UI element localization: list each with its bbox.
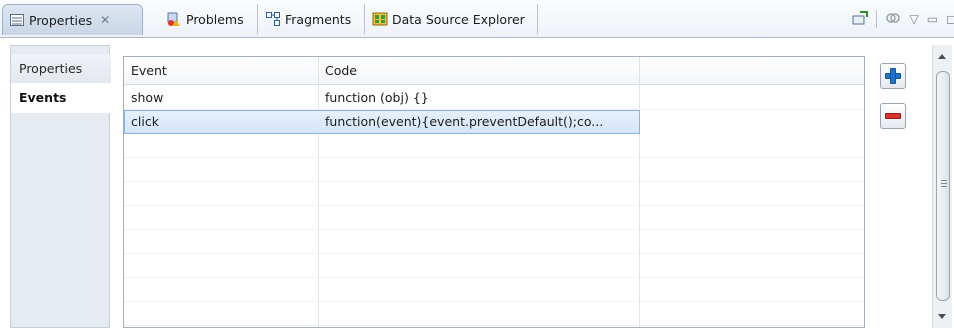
side-tab-properties[interactable]: Properties	[11, 54, 111, 84]
table-row	[124, 230, 864, 254]
properties-icon	[9, 12, 25, 28]
fragments-icon	[265, 11, 281, 27]
column-header-code[interactable]: Code	[318, 57, 638, 85]
table-row	[124, 278, 864, 302]
event-cell: show	[131, 90, 164, 105]
minimize-icon[interactable]: ▭	[927, 12, 938, 26]
link-icon[interactable]	[885, 11, 901, 28]
data-source-icon	[372, 11, 388, 27]
event-cell: click	[131, 114, 159, 129]
scroll-thumb[interactable]	[936, 71, 950, 301]
code-cell: function(event){event.preventDefault();c…	[325, 114, 604, 129]
table-row	[124, 134, 864, 158]
table-row	[124, 182, 864, 206]
table-row	[124, 254, 864, 278]
view-menu-icon[interactable]: ▽	[909, 12, 918, 26]
events-table: Event Code show function (obj) {} click …	[123, 56, 865, 328]
grip-icon	[941, 180, 947, 187]
section-tabs: Properties Events	[10, 45, 112, 328]
tab-label: Fragments	[285, 11, 352, 27]
table-row	[124, 302, 864, 326]
remove-event-button[interactable]	[880, 103, 906, 129]
side-tab-events[interactable]: Events	[11, 83, 112, 113]
table-header: Event Code	[124, 57, 864, 85]
scroll-down-icon[interactable]	[938, 314, 946, 319]
toolbar-separator	[876, 10, 878, 28]
table-row	[124, 158, 864, 182]
table-row[interactable]: show function (obj) {}	[124, 86, 864, 110]
tab-label: Properties	[29, 12, 93, 28]
table-row	[124, 206, 864, 230]
tab-data-source-explorer[interactable]: Data Source Explorer	[366, 4, 538, 34]
close-icon[interactable]: ✕	[100, 13, 110, 27]
add-event-button[interactable]	[880, 63, 906, 89]
pin-icon[interactable]	[852, 10, 869, 28]
tab-label: Data Source Explorer	[392, 11, 525, 27]
problems-icon	[166, 11, 182, 27]
vertical-scrollbar[interactable]	[932, 45, 952, 328]
view-tab-bar: Properties ✕ Problems Fragments Data Sou…	[0, 0, 954, 38]
tab-fragments[interactable]: Fragments	[259, 4, 365, 34]
scroll-up-icon[interactable]	[938, 54, 946, 59]
tab-problems[interactable]: Problems	[160, 4, 258, 34]
tab-properties[interactable]: Properties ✕	[2, 4, 143, 35]
view-toolbar: ▽ ▭ ◻	[848, 8, 954, 30]
table-row-selected[interactable]: click function(event){event.preventDefau…	[124, 110, 640, 134]
tab-label: Problems	[186, 11, 244, 27]
maximize-icon[interactable]: ◻	[946, 12, 954, 26]
code-cell: function (obj) {}	[325, 90, 429, 105]
column-header-event[interactable]: Event	[124, 57, 318, 85]
